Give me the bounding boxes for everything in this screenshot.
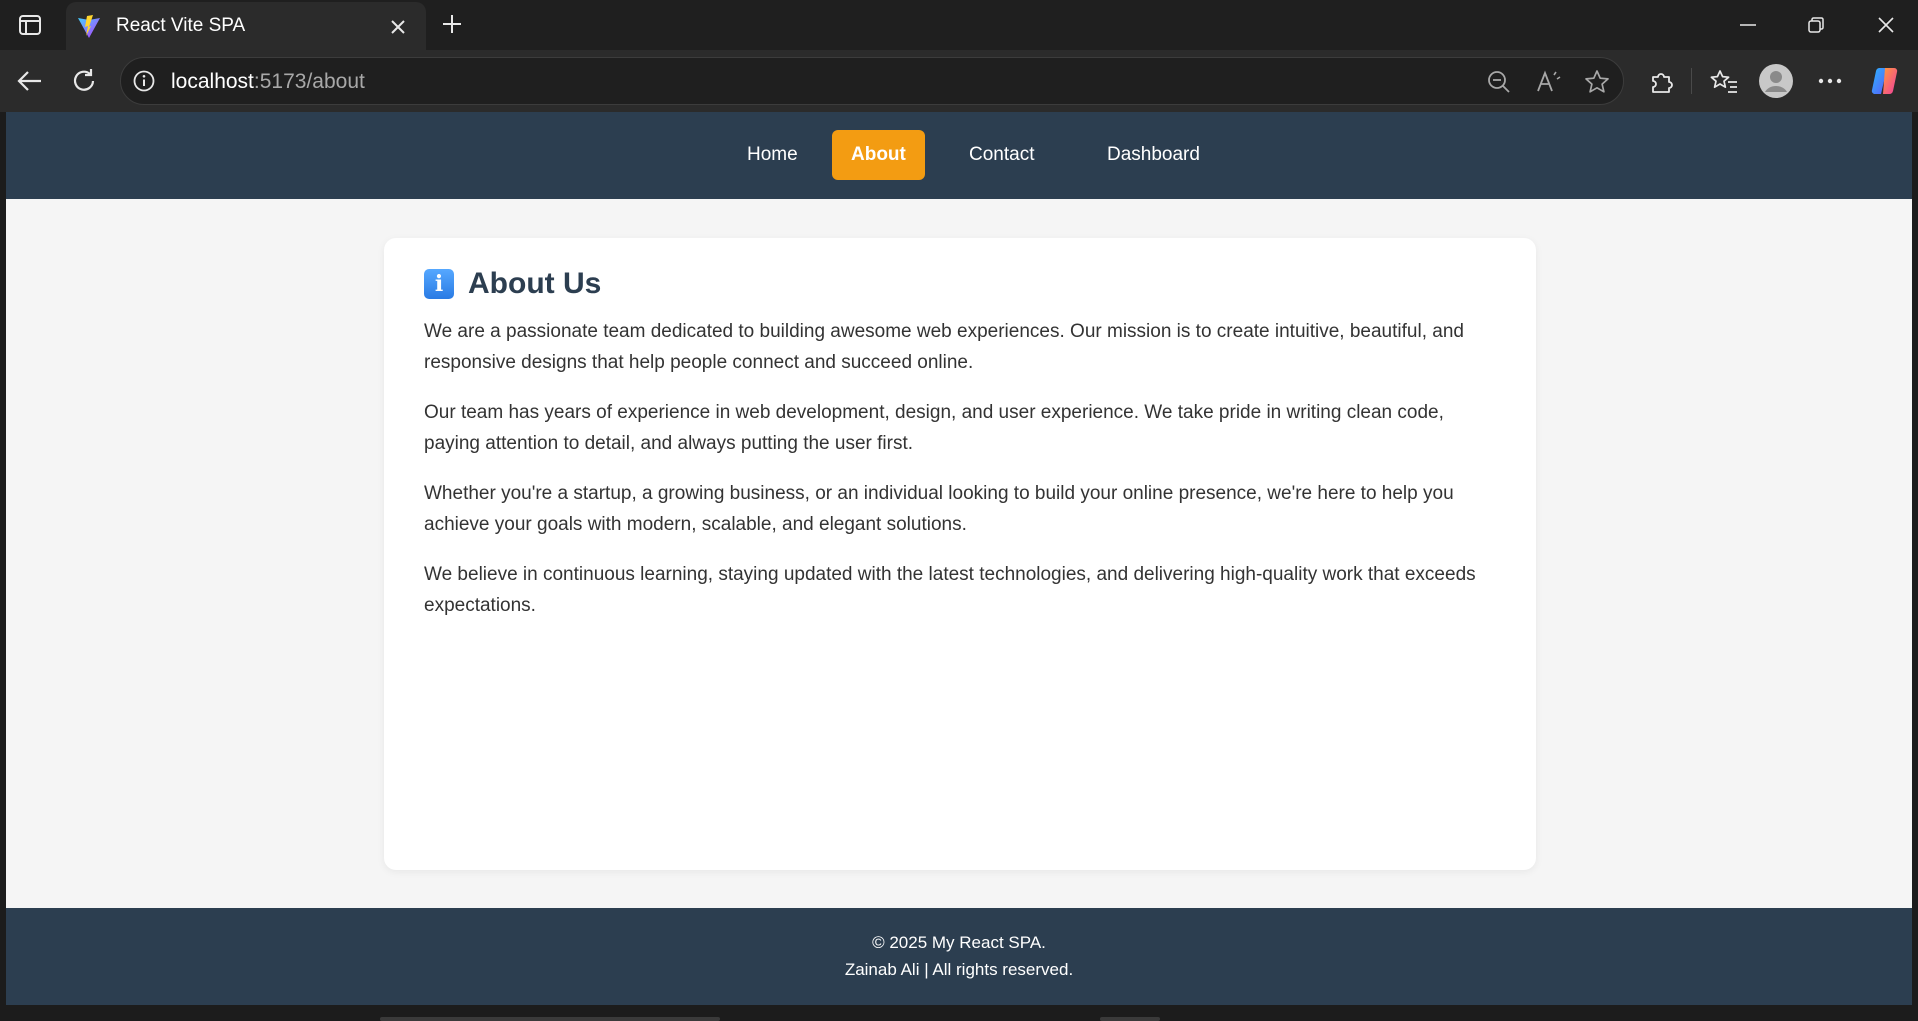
nav-link-contact[interactable]: Contact — [950, 130, 1053, 180]
url-path: :5173/about — [253, 70, 365, 93]
plus-icon[interactable] — [436, 8, 468, 40]
browser-tab-bar: React Vite SPA — [0, 0, 1918, 50]
taskbar-hint — [1100, 1017, 1160, 1021]
read-aloud-icon[interactable] — [1534, 67, 1564, 97]
copilot-icon[interactable] — [1868, 63, 1904, 99]
page-title: About Us — [468, 267, 602, 300]
page-heading: i About Us — [424, 264, 601, 304]
footer-credits: Zainab Ali | All rights reserved. — [844, 960, 1074, 979]
nav-link-dashboard[interactable]: Dashboard — [1088, 130, 1219, 180]
browser-toolbar: localhost:5173/about — [0, 50, 1918, 112]
window-bottom-edge — [0, 1005, 1918, 1021]
url-host: localhost — [171, 70, 254, 93]
toolbar-divider — [1691, 68, 1692, 94]
taskbar-hint — [380, 1017, 720, 1021]
browser-tab[interactable]: React Vite SPA — [66, 2, 426, 50]
tab-actions-icon[interactable] — [14, 10, 46, 40]
about-card: i About Us We are a passionate team dedi… — [384, 238, 1536, 870]
zoom-out-icon[interactable] — [1484, 67, 1514, 97]
puzzle-icon[interactable] — [1644, 63, 1680, 99]
tab-title: React Vite SPA — [116, 15, 246, 36]
star-icon[interactable] — [1582, 67, 1612, 97]
nav-link-home[interactable]: Home — [728, 130, 817, 180]
about-paragraph: We believe in continuous learning, stayi… — [424, 564, 1476, 616]
more-icon[interactable] — [1812, 63, 1848, 99]
site-navbar: Home About Contact Dashboard — [6, 112, 1912, 199]
info-icon[interactable] — [131, 68, 157, 94]
info-emoji-icon: i — [424, 269, 454, 299]
back-arrow-icon[interactable] — [12, 63, 48, 99]
refresh-icon[interactable] — [66, 63, 102, 99]
about-paragraph: Our team has years of experience in web … — [424, 402, 1444, 454]
restore-icon[interactable] — [1796, 8, 1836, 42]
page-viewport: Home About Contact Dashboard i About Us … — [6, 112, 1912, 1005]
address-bar[interactable]: localhost:5173/about — [120, 57, 1624, 105]
nav-link-about[interactable]: About — [832, 130, 925, 180]
about-paragraph: Whether you're a startup, a growing busi… — [424, 483, 1454, 535]
vite-logo-icon — [76, 14, 102, 40]
site-footer: © 2025 My React SPA. Zainab Ali | All ri… — [6, 908, 1912, 1005]
favorites-icon[interactable] — [1706, 63, 1742, 99]
avatar-icon[interactable] — [1758, 63, 1794, 99]
close-icon[interactable] — [384, 13, 412, 41]
footer-copyright: © 2025 My React SPA. — [872, 933, 1046, 952]
minimize-icon[interactable] — [1728, 8, 1768, 42]
window-close-icon[interactable] — [1866, 8, 1906, 42]
url-text[interactable]: localhost:5173/about — [171, 70, 365, 94]
about-paragraph: We are a passionate team dedicated to bu… — [424, 321, 1464, 373]
